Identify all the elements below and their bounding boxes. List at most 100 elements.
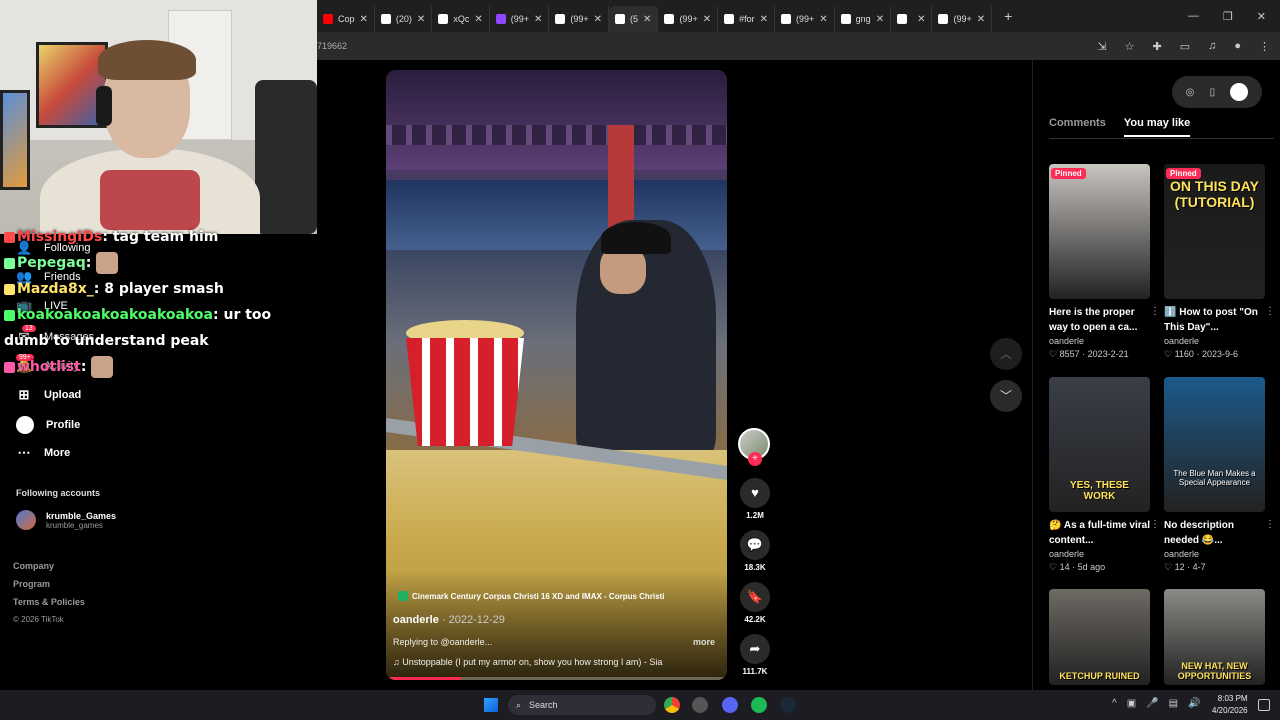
- restore-icon[interactable]: ❐: [1223, 10, 1233, 23]
- app-tray-icon[interactable]: ▣: [1127, 698, 1136, 709]
- close-tab-icon[interactable]: ✕: [917, 14, 925, 25]
- browser-tab[interactable]: (5 ✕: [609, 6, 659, 32]
- autoscroll-toggle[interactable]: [1230, 83, 1249, 101]
- browser-tab[interactable]: xQc ✕: [432, 6, 490, 32]
- card-menu-icon[interactable]: ⋮: [1150, 519, 1160, 530]
- card-title[interactable]: Here is the proper way to open a ca...: [1049, 305, 1150, 335]
- app-icon[interactable]: [692, 697, 708, 713]
- close-tab-icon[interactable]: ✕: [703, 14, 711, 25]
- new-tab-button[interactable]: +: [1004, 8, 1012, 24]
- close-tab-icon[interactable]: ✕: [819, 14, 827, 25]
- media-control-icon[interactable]: ♫: [1208, 40, 1216, 53]
- next-video-button[interactable]: ﹀: [990, 380, 1022, 412]
- following-account-item[interactable]: krumble_Games krumble_games: [16, 510, 116, 530]
- video-author[interactable]: oanderle: [393, 614, 439, 626]
- sidebar-item-profile[interactable]: Profile: [16, 416, 80, 434]
- card-menu-icon[interactable]: ⋮: [1150, 306, 1160, 317]
- card-title[interactable]: ℹ️ How to post "On This Day"...: [1164, 305, 1265, 335]
- video-progress-bar[interactable]: [386, 677, 727, 680]
- minimize-icon[interactable]: —: [1188, 10, 1199, 23]
- card-author[interactable]: oanderle: [1164, 336, 1265, 346]
- steam-icon[interactable]: [780, 697, 796, 713]
- close-window-icon[interactable]: ✕: [1257, 10, 1266, 23]
- chrome-icon[interactable]: [664, 697, 680, 713]
- address-bar[interactable]: 719662 ⇲ ☆ ✚ ▭ ♫ ● ⋮: [317, 32, 1280, 60]
- share-button[interactable]: ➦ 111.7K: [738, 634, 772, 676]
- browser-tab[interactable]: Cop ✕: [317, 6, 375, 32]
- tab-comments[interactable]: Comments: [1049, 117, 1106, 137]
- previous-video-button[interactable]: ︿: [990, 338, 1022, 370]
- browser-tab[interactable]: ✕: [891, 6, 933, 32]
- card-menu-icon[interactable]: ⋮: [1265, 306, 1275, 317]
- card-author[interactable]: oanderle: [1049, 549, 1150, 559]
- card-author[interactable]: oanderle: [1164, 549, 1265, 559]
- video-author-line[interactable]: oanderle · 2022-12-29: [393, 614, 505, 626]
- tab-you-may-like[interactable]: You may like: [1123, 117, 1191, 137]
- video-thumbnail[interactable]: Pinned: [1049, 164, 1150, 299]
- recommended-video-card[interactable]: Pinned Here is the proper way to open a c…: [1049, 164, 1160, 360]
- video-sound[interactable]: ♫ Unstoppable (I put my armor on, show y…: [393, 657, 703, 667]
- card-author[interactable]: oanderle: [1049, 336, 1150, 346]
- recommended-video-card[interactable]: The Blue Man Makes a Special Appearance N…: [1164, 377, 1275, 573]
- caption-more-button[interactable]: more: [693, 637, 715, 647]
- card-title[interactable]: 🤔 As a full-time viral content...: [1049, 518, 1150, 548]
- close-tab-icon[interactable]: ✕: [594, 14, 602, 25]
- save-button[interactable]: 🔖 42.2K: [738, 582, 772, 624]
- video-thumbnail[interactable]: YES, THESE WORK: [1049, 377, 1150, 512]
- browser-tab[interactable]: #for ✕: [718, 6, 775, 32]
- discord-icon[interactable]: [722, 697, 738, 713]
- close-tab-icon[interactable]: ✕: [876, 14, 884, 25]
- comment-button[interactable]: 💬 18.3K: [738, 530, 772, 572]
- follow-plus-icon[interactable]: +: [748, 452, 762, 466]
- browser-tab[interactable]: (20) ✕: [375, 6, 433, 32]
- profile-avatar-icon[interactable]: ●: [1234, 40, 1241, 53]
- browser-menu-icon[interactable]: ⋮: [1259, 40, 1270, 53]
- video-thumbnail[interactable]: Pinned ON THIS DAY (TUTORIAL): [1164, 164, 1265, 299]
- footer-link-program[interactable]: Program: [13, 579, 85, 597]
- close-tab-icon[interactable]: ✕: [977, 14, 985, 25]
- footer-link-company[interactable]: Company: [13, 561, 85, 579]
- microphone-icon[interactable]: 🎤: [1146, 698, 1158, 709]
- video-location-tag[interactable]: Cinemark Century Corpus Christi 16 XD an…: [398, 591, 664, 601]
- windows-start-icon[interactable]: [484, 698, 498, 712]
- extensions-icon[interactable]: ✚: [1152, 40, 1161, 53]
- close-tab-icon[interactable]: ✕: [417, 14, 425, 25]
- browser-tab[interactable]: gng ✕: [835, 6, 892, 32]
- network-icon[interactable]: ▤: [1169, 698, 1178, 709]
- close-tab-icon[interactable]: ✕: [534, 14, 542, 25]
- close-tab-icon[interactable]: ✕: [643, 14, 651, 25]
- notification-icon[interactable]: [1258, 699, 1270, 711]
- recommended-video-card[interactable]: YES, THESE WORK 🤔 As a full-time viral co…: [1049, 377, 1160, 573]
- card-title[interactable]: No description needed 😂...: [1164, 518, 1265, 548]
- compass-icon[interactable]: ◎: [1186, 87, 1195, 98]
- recommended-video-card[interactable]: Pinned ON THIS DAY (TUTORIAL) ℹ️ How to po…: [1164, 164, 1275, 360]
- browser-tab[interactable]: (99+ ✕: [775, 6, 835, 32]
- card-menu-icon[interactable]: ⋮: [1265, 519, 1275, 530]
- taskbar-clock[interactable]: 8:03 PM 4/20/2026: [1212, 693, 1248, 717]
- volume-icon[interactable]: 🔊: [1188, 698, 1200, 709]
- taskbar-search[interactable]: ⌕ Search: [508, 695, 656, 715]
- browser-tab[interactable]: (99+ ✕: [490, 6, 550, 32]
- browser-tab[interactable]: (99+ ✕: [549, 6, 610, 32]
- video-player[interactable]: [386, 70, 727, 680]
- close-tab-icon[interactable]: ✕: [474, 14, 482, 25]
- recommended-video-card[interactable]: KETCHUP RUINED: [1049, 589, 1150, 685]
- close-tab-icon[interactable]: ✕: [360, 14, 368, 25]
- like-button[interactable]: ♥ 1.2M: [738, 478, 772, 520]
- url-text[interactable]: 719662: [317, 41, 347, 51]
- cast-icon[interactable]: ▭: [1180, 40, 1190, 53]
- video-thumbnail[interactable]: The Blue Man Makes a Special Appearance: [1164, 377, 1265, 512]
- browser-tab[interactable]: (99+ ✕: [658, 6, 719, 32]
- install-app-icon[interactable]: ⇲: [1097, 40, 1106, 53]
- bookmark-star-icon[interactable]: ☆: [1125, 40, 1135, 53]
- sidebar-item-more[interactable]: ⋯ More: [16, 445, 71, 461]
- spotify-icon[interactable]: [751, 697, 767, 713]
- recommended-video-card[interactable]: NEW HAT, NEW OPPORTUNITIES: [1164, 589, 1265, 685]
- video-thumbnail[interactable]: NEW HAT, NEW OPPORTUNITIES: [1164, 589, 1265, 685]
- sidebar-item-upload[interactable]: ⊞ Upload: [16, 387, 82, 403]
- close-tab-icon[interactable]: ✕: [760, 14, 768, 25]
- phone-icon[interactable]: ▯: [1210, 87, 1216, 98]
- chevron-up-icon[interactable]: ^: [1112, 698, 1117, 709]
- browser-tab[interactable]: (99+ ✕: [932, 6, 993, 32]
- video-thumbnail[interactable]: KETCHUP RUINED: [1049, 589, 1150, 685]
